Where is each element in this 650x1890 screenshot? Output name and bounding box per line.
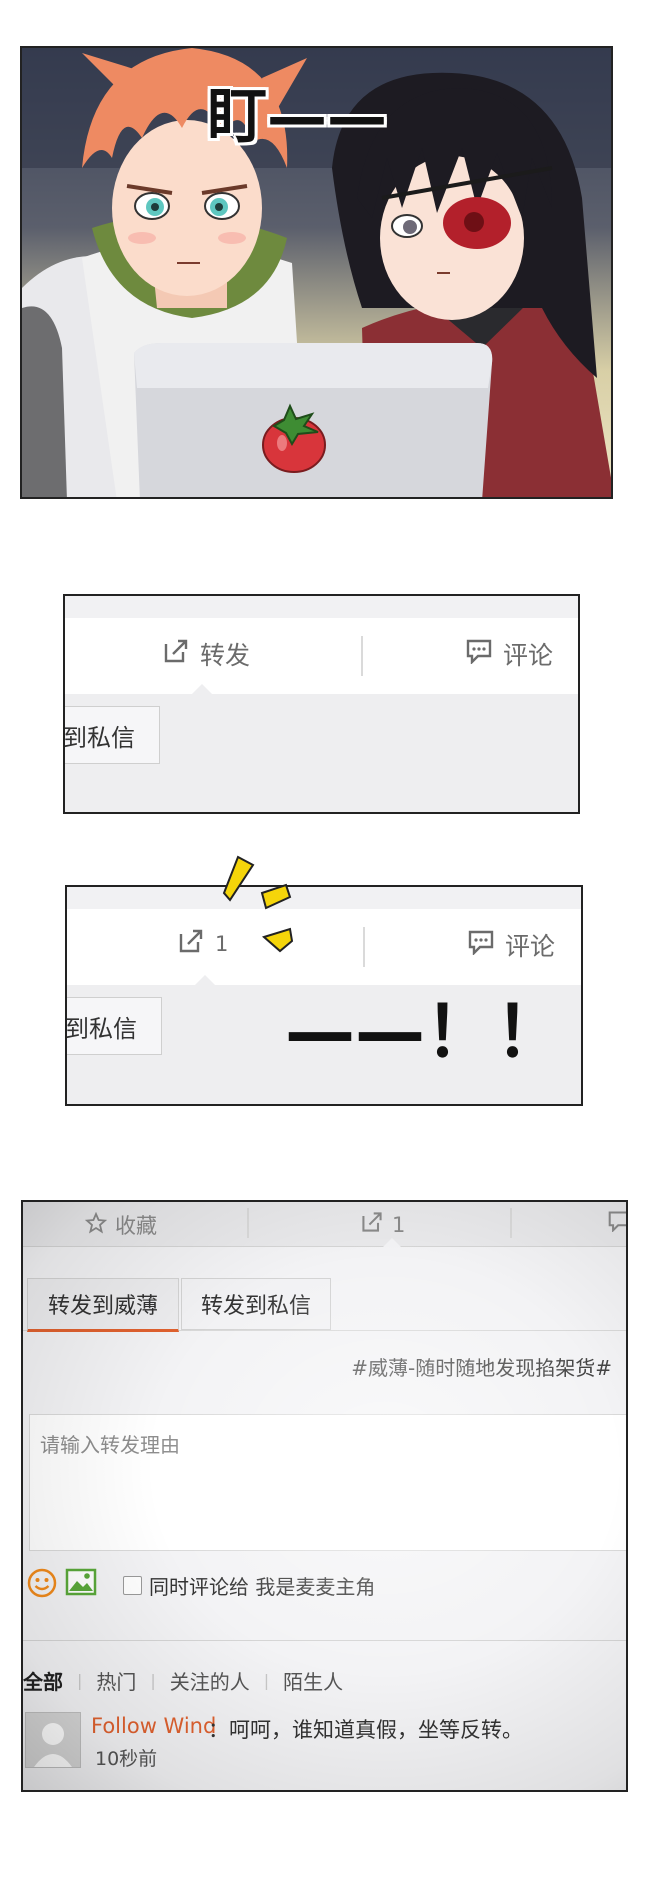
repost-button[interactable]: 转发: [162, 636, 250, 672]
speech-bubble-icon: [607, 1211, 626, 1237]
share-arrow-icon: [360, 1210, 384, 1239]
comment-button[interactable]: 评论: [465, 636, 553, 672]
repost-target-tabs: 转发到威薄 转发到私信: [23, 1274, 626, 1332]
image-icon[interactable]: [65, 1568, 97, 1600]
also-comment-label: 同时评论给 我是麦麦主角: [149, 1575, 376, 1599]
avatar[interactable]: [25, 1712, 81, 1768]
speech-bubble-icon: [467, 929, 495, 961]
comment-filter-bar: 全部 | 热门 | 关注的人 | 陌生人: [23, 1666, 343, 1695]
dialog-action-bar: 收藏 1: [23, 1202, 626, 1247]
tab-divider: [361, 636, 363, 676]
repost-count: 1: [392, 1212, 406, 1237]
tab-divider: [247, 1208, 249, 1238]
filter-hot[interactable]: 热门: [96, 1666, 136, 1695]
tab-repost-to-weibo[interactable]: 转发到威薄: [27, 1278, 179, 1332]
repost-button[interactable]: 1: [360, 1210, 405, 1239]
share-bar-panel: 转发 评论 到私信: [63, 594, 580, 814]
forward-to-private-message-label: 到私信: [63, 723, 135, 752]
comment-label: 评论: [503, 641, 554, 670]
illustration-panel: 盯——: [20, 46, 613, 499]
tab-repost-to-weibo-label: 转发到威薄: [47, 1294, 158, 1319]
section-divider: [23, 1640, 626, 1641]
share-arrow-icon: [177, 927, 205, 961]
share-arrow-icon: [162, 637, 190, 671]
forward-to-private-message-button[interactable]: 到私信: [63, 706, 160, 764]
favorite-label: 收藏: [115, 1214, 157, 1238]
repost-reason-input[interactable]: 请输入转发理由: [29, 1414, 626, 1551]
filter-following[interactable]: 关注的人: [170, 1666, 250, 1695]
tab-repost-to-private-message[interactable]: 转发到私信: [181, 1278, 331, 1330]
comment-username-link[interactable]: Follow Wind: [91, 1714, 216, 1738]
filter-all[interactable]: 全部: [23, 1666, 63, 1695]
stare-sound-effect: 盯——: [207, 82, 387, 152]
filter-strangers[interactable]: 陌生人: [283, 1666, 343, 1695]
action-bar-top-strip: [65, 596, 578, 618]
active-tab-caret: [381, 1238, 403, 1249]
default-avatar-icon: [26, 1713, 80, 1767]
share-bar-count-panel: 1 评论 到私信 ——！！: [65, 885, 583, 1106]
repost-label: 转发: [200, 641, 251, 670]
action-bar: 转发 评论: [65, 596, 578, 695]
action-bar: 1 评论: [67, 887, 581, 986]
comment-label: 评论: [505, 932, 556, 961]
also-comment-checkbox[interactable]: [123, 1576, 142, 1595]
tab-divider: [363, 927, 365, 967]
filter-separator: |: [150, 1671, 156, 1690]
compose-toolbar: 同时评论给 我是麦麦主角: [23, 1560, 626, 1610]
surprise-marks-icon: [222, 855, 294, 953]
tab-repost-to-private-message-label: 转发到私信: [200, 1294, 311, 1319]
favorite-button[interactable]: 收藏: [84, 1210, 157, 1240]
repost-reason-placeholder: 请输入转发理由: [40, 1433, 180, 1457]
comment-timestamp: 10秒前: [95, 1748, 158, 1770]
forward-to-private-message-button[interactable]: 到私信: [65, 997, 162, 1055]
filter-separator: |: [263, 1671, 270, 1690]
repost-panel-body: 到私信: [65, 694, 578, 812]
comment-button[interactable]: [607, 1210, 626, 1237]
topic-hashtag-link[interactable]: #威薄-随时随地发现掐架货#: [351, 1352, 612, 1381]
repost-dialog-panel: 收藏 1 转发到威薄 转发到私信 #威薄-随时随地发现掐架货# 请输入转发理由: [21, 1200, 628, 1792]
tab-divider: [510, 1208, 512, 1238]
emoji-icon[interactable]: [27, 1568, 57, 1602]
forward-to-private-message-label: 到私信: [65, 1014, 137, 1043]
speech-bubble-icon: [465, 638, 493, 670]
shock-sound-effect: ——！！: [285, 991, 565, 1073]
filter-separator: |: [77, 1671, 83, 1690]
action-bar-top-strip: [67, 887, 581, 909]
comment-button[interactable]: 评论: [467, 927, 555, 963]
star-icon: [84, 1211, 108, 1239]
comment-text: ：呵呵，谁知道真假，坐等反转。: [208, 1718, 523, 1742]
